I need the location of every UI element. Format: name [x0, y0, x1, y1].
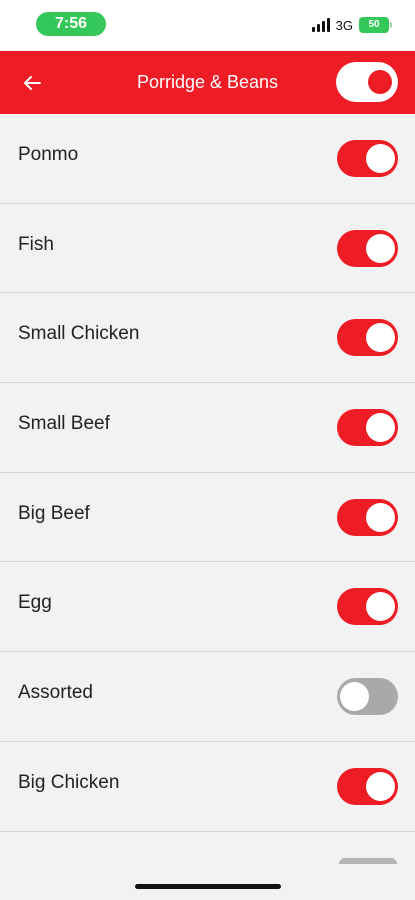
item-label: Big Beef: [18, 502, 90, 524]
toggle-knob: [366, 413, 395, 443]
list-item: Fish: [0, 204, 415, 294]
status-time: 7:56: [36, 12, 106, 36]
item-toggle[interactable]: [337, 498, 398, 536]
toggle-knob: [340, 682, 369, 712]
toggle-knob: [366, 144, 395, 173]
item-toggle[interactable]: [337, 678, 398, 716]
item-toggle[interactable]: [337, 140, 398, 177]
item-label: Small Beef: [18, 413, 110, 435]
item-label: Egg: [18, 592, 52, 614]
network-label: 3G: [335, 17, 353, 33]
item-toggle[interactable]: [337, 588, 398, 626]
bottom-area: [0, 864, 415, 900]
battery-icon: 50: [359, 17, 392, 33]
toggle-knob: [366, 771, 395, 801]
item-toggle[interactable]: [337, 767, 398, 805]
list-item: Assorted: [0, 652, 415, 742]
list-item: Small Chicken: [0, 293, 415, 384]
item-label: Assorted: [18, 682, 93, 704]
item-toggle[interactable]: [337, 409, 398, 447]
category-toggle[interactable]: [336, 62, 398, 102]
home-indicator[interactable]: [135, 884, 281, 889]
toggle-knob: [366, 323, 395, 353]
item-label: Fish: [18, 233, 54, 255]
item-label: Big Chicken: [18, 771, 120, 793]
toggle-knob: [366, 502, 395, 532]
toggle-knob: [366, 233, 395, 263]
list-item: Small Beef: [0, 383, 415, 473]
signal-icon: [311, 18, 330, 32]
status-bar: 7:56 3G 50: [0, 0, 415, 50]
list-item: Big Chicken: [0, 742, 415, 832]
list-item: Big Beef: [0, 473, 415, 563]
item-label: Ponmo: [18, 144, 79, 165]
list-item: Egg: [0, 562, 415, 653]
item-toggle[interactable]: [337, 229, 398, 267]
item-list: Ponmo Fish Small Chicken Small Beef Big …: [0, 114, 415, 832]
toggle-knob: [368, 70, 392, 94]
toggle-knob: [366, 592, 395, 622]
status-icons: 3G 50: [311, 16, 392, 34]
list-item: Ponmo: [0, 114, 415, 204]
item-label: Small Chicken: [18, 323, 140, 345]
item-toggle[interactable]: [337, 319, 398, 357]
